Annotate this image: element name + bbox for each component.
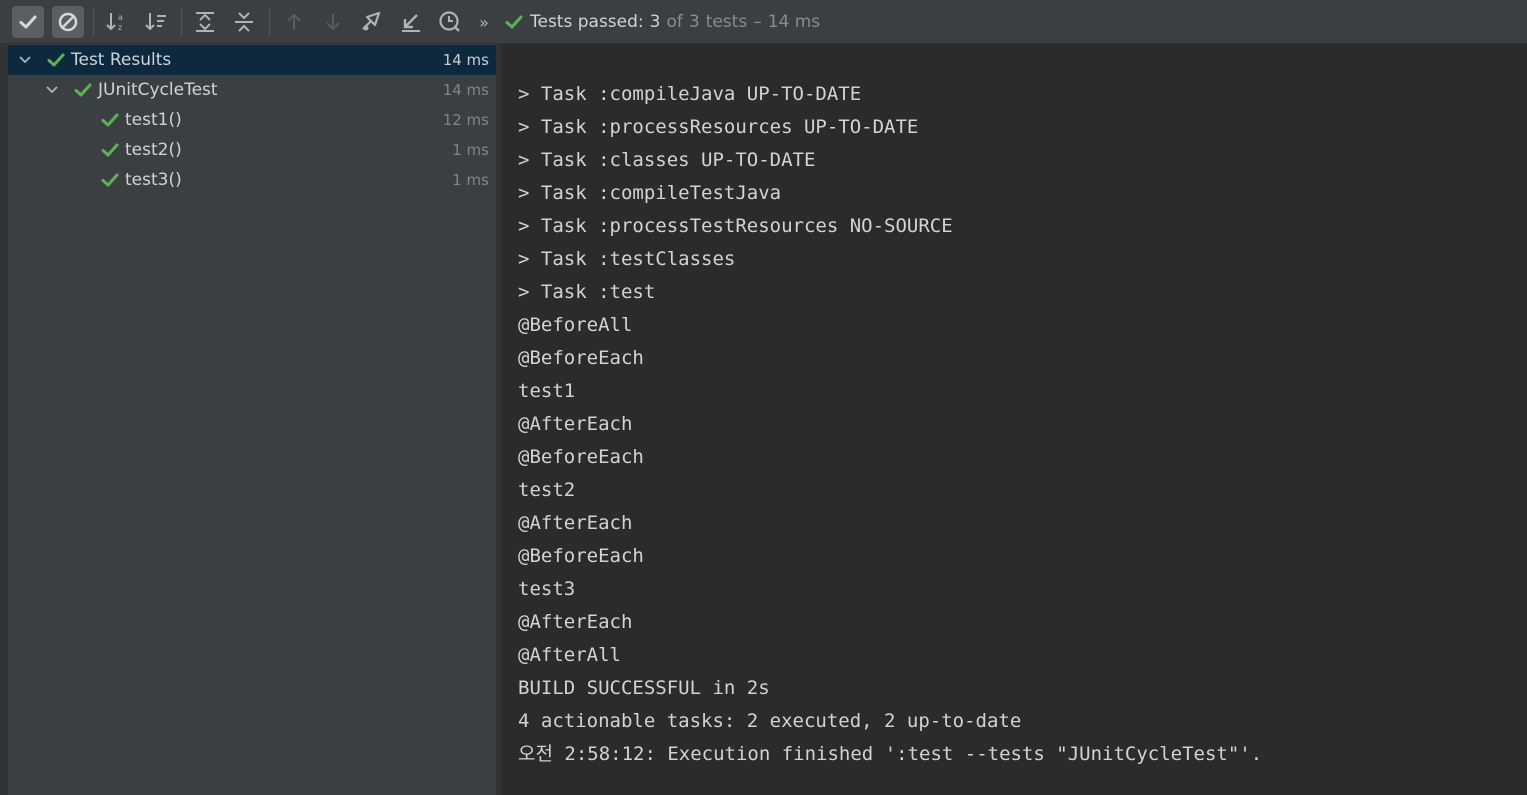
tree-node-test[interactable]: test3() 1 ms bbox=[8, 165, 496, 195]
console-line: @AfterEach bbox=[518, 413, 633, 435]
console-output[interactable]: > Task :compileJava UP-TO-DATE > Task :p… bbox=[501, 44, 1527, 795]
collapse-all-button[interactable] bbox=[228, 6, 260, 38]
console-line: 오전 2:58:12: Execution finished ':test --… bbox=[518, 743, 1263, 765]
status-prefix: Tests passed: bbox=[530, 12, 644, 32]
console-line: > Task :testClasses bbox=[518, 248, 736, 270]
tree-node-test[interactable]: test1() 12 ms bbox=[8, 105, 496, 135]
console-line: > Task :test bbox=[518, 281, 656, 303]
arrow-down-icon bbox=[326, 14, 340, 31]
tree-node-label: test2() bbox=[125, 140, 182, 160]
svg-text:z: z bbox=[118, 23, 122, 32]
sort-duration-icon bbox=[145, 13, 166, 31]
console-line: @AfterAll bbox=[518, 644, 621, 666]
history-clock-icon bbox=[439, 11, 460, 32]
expand-all-button[interactable] bbox=[189, 6, 221, 38]
console-line: test3 bbox=[518, 578, 576, 600]
double-chevron-right-icon: » bbox=[479, 12, 489, 32]
tree-node-label: Test Results bbox=[71, 50, 172, 70]
sort-alphabetically-button[interactable]: az bbox=[101, 6, 133, 38]
toolbar-separator bbox=[181, 8, 182, 36]
show-ignored-button[interactable] bbox=[52, 6, 84, 38]
show-passed-button[interactable] bbox=[12, 6, 44, 38]
console-line: test1 bbox=[518, 380, 576, 402]
console-line: > Task :processTestResources NO-SOURCE bbox=[518, 215, 953, 237]
toolbar-separator bbox=[269, 8, 270, 36]
console-line: BUILD SUCCESSFUL in 2s bbox=[518, 677, 770, 699]
toolbar-separator bbox=[93, 8, 94, 36]
chevron-down-icon[interactable] bbox=[18, 53, 32, 67]
tree-node-test-results[interactable]: Test Results 14 ms bbox=[8, 45, 496, 75]
status-passed-count: 3 bbox=[649, 12, 661, 32]
check-icon bbox=[19, 15, 37, 29]
check-icon bbox=[46, 50, 66, 70]
console-line: > Task :compileTestJava bbox=[518, 182, 782, 204]
tree-node-time: 12 ms bbox=[442, 111, 489, 129]
previous-test-button[interactable] bbox=[278, 6, 310, 38]
tree-node-time: 1 ms bbox=[452, 171, 489, 189]
expand-all-icon bbox=[196, 12, 214, 32]
status-tests-word: tests bbox=[705, 12, 748, 32]
next-test-button[interactable] bbox=[317, 6, 349, 38]
tree-node-label: test3() bbox=[125, 170, 182, 190]
import-tests-button[interactable] bbox=[395, 6, 427, 38]
test-results-tree: Test Results 14 ms JUnitCycleTest 14 ms … bbox=[0, 44, 496, 795]
tree-gutter bbox=[0, 44, 8, 795]
tree-node-time: 14 ms bbox=[442, 51, 489, 69]
console-line: > Task :compileJava UP-TO-DATE bbox=[518, 83, 862, 105]
test-runner-toolbar: az » Tests passed: 3 of 3 tests – 14 ms bbox=[0, 0, 1527, 44]
tree-node-time: 14 ms bbox=[442, 81, 489, 99]
console-line: 4 actionable tasks: 2 executed, 2 up-to-… bbox=[518, 710, 1022, 732]
status-total-count: 3 bbox=[688, 12, 700, 32]
chevron-down-icon[interactable] bbox=[45, 83, 59, 97]
console-line: > Task :classes UP-TO-DATE bbox=[518, 149, 816, 171]
tree-node-label: test1() bbox=[125, 110, 182, 130]
console-line: @AfterEach bbox=[518, 512, 633, 534]
check-icon bbox=[505, 15, 523, 29]
sort-alpha-icon: az bbox=[106, 13, 123, 32]
check-icon bbox=[100, 110, 120, 130]
console-line: @BeforeEach bbox=[518, 545, 644, 567]
svg-text:a: a bbox=[118, 13, 123, 22]
console-line: @BeforeAll bbox=[518, 314, 633, 336]
tree-node-label: JUnitCycleTest bbox=[98, 80, 218, 100]
console-line: > Task :processResources UP-TO-DATE bbox=[518, 116, 919, 138]
ignored-circle-icon bbox=[58, 12, 78, 32]
test-status-summary: Tests passed: 3 of 3 tests – 14 ms bbox=[504, 0, 820, 44]
tree-node-suite[interactable]: JUnitCycleTest 14 ms bbox=[8, 75, 496, 105]
console-line: test2 bbox=[518, 479, 576, 501]
arrow-up-icon bbox=[287, 13, 301, 30]
check-icon bbox=[73, 80, 93, 100]
tree-node-test[interactable]: test2() 1 ms bbox=[8, 135, 496, 165]
status-duration: 14 ms bbox=[767, 12, 821, 32]
sort-by-duration-button[interactable] bbox=[140, 6, 172, 38]
import-icon bbox=[402, 14, 420, 32]
rerun-button[interactable] bbox=[356, 6, 388, 38]
console-line: @AfterEach bbox=[518, 611, 633, 633]
check-icon bbox=[100, 140, 120, 160]
history-button[interactable] bbox=[434, 6, 466, 38]
console-line: @BeforeEach bbox=[518, 347, 644, 369]
rerun-icon bbox=[362, 11, 381, 31]
more-button[interactable]: » bbox=[470, 6, 498, 38]
collapse-all-icon bbox=[235, 12, 253, 32]
status-of: of bbox=[666, 12, 683, 32]
console-line: @BeforeEach bbox=[518, 446, 644, 468]
status-dash: – bbox=[753, 12, 762, 32]
check-icon bbox=[100, 170, 120, 190]
tree-node-time: 1 ms bbox=[452, 141, 489, 159]
